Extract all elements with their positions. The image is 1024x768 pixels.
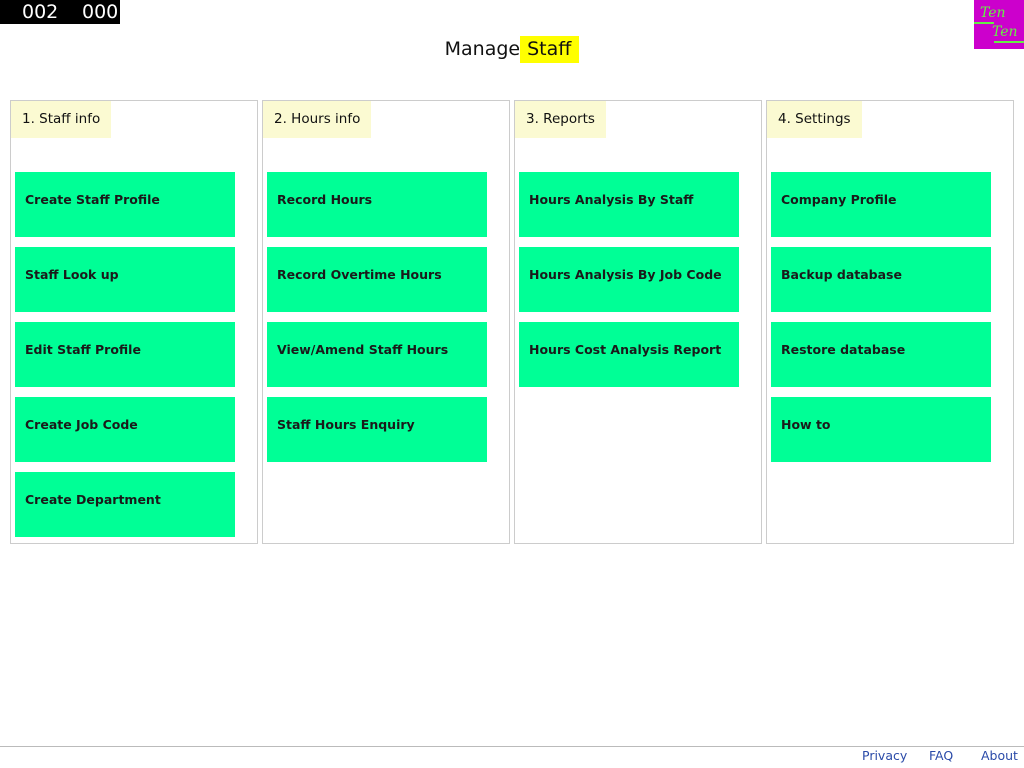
create-job-code-button[interactable]: Create Job Code (15, 397, 235, 462)
backup-database-button[interactable]: Backup database (771, 247, 991, 312)
staff-look-up-button[interactable]: Staff Look up (15, 247, 235, 312)
about-link[interactable]: About (981, 748, 1018, 764)
create-staff-profile-button[interactable]: Create Staff Profile (15, 172, 235, 237)
panel-staff-info: 1. Staff info Create Staff Profile Staff… (10, 100, 258, 544)
record-hours-button[interactable]: Record Hours (267, 172, 487, 237)
page-title-prefix: Manage (444, 38, 521, 60)
counter-right: 000 (82, 1, 119, 23)
hours-cost-analysis-report-button[interactable]: Hours Cost Analysis Report (519, 322, 739, 387)
panel-hours-info: 2. Hours info Record Hours Record Overti… (262, 100, 510, 544)
view-amend-staff-hours-button[interactable]: View/Amend Staff Hours (267, 322, 487, 387)
footer-divider (0, 746, 1024, 747)
logo-bar-1 (974, 22, 994, 24)
page-title-highlight: Staff (520, 36, 580, 63)
counter-left: 002 (22, 1, 59, 23)
how-to-button[interactable]: How to (771, 397, 991, 462)
panel-reports: 3. Reports Hours Analysis By Staff Hours… (514, 100, 762, 544)
panel-header: 3. Reports (515, 101, 606, 138)
record-overtime-hours-button[interactable]: Record Overtime Hours (267, 247, 487, 312)
page-title: Manage Staff (0, 36, 1024, 63)
staff-hours-enquiry-button[interactable]: Staff Hours Enquiry (267, 397, 487, 462)
hours-analysis-by-staff-button[interactable]: Hours Analysis By Staff (519, 172, 739, 237)
logo-line-1: Ten (980, 5, 1006, 21)
restore-database-button[interactable]: Restore database (771, 322, 991, 387)
panel-settings: 4. Settings Company Profile Backup datab… (766, 100, 1014, 544)
counter-display: 002 000 (0, 0, 120, 24)
company-profile-button[interactable]: Company Profile (771, 172, 991, 237)
panel-header: 2. Hours info (263, 101, 372, 138)
faq-link[interactable]: FAQ (929, 748, 953, 764)
panel-header: 1. Staff info (11, 101, 112, 138)
privacy-link[interactable]: Privacy (862, 748, 907, 764)
create-department-button[interactable]: Create Department (15, 472, 235, 537)
hours-analysis-by-job-code-button[interactable]: Hours Analysis By Job Code (519, 247, 739, 312)
edit-staff-profile-button[interactable]: Edit Staff Profile (15, 322, 235, 387)
panel-header: 4. Settings (767, 101, 862, 138)
manage-staff-page: 002 000 Ten Ten Manage Staff 1. Staff inf… (0, 0, 1024, 768)
